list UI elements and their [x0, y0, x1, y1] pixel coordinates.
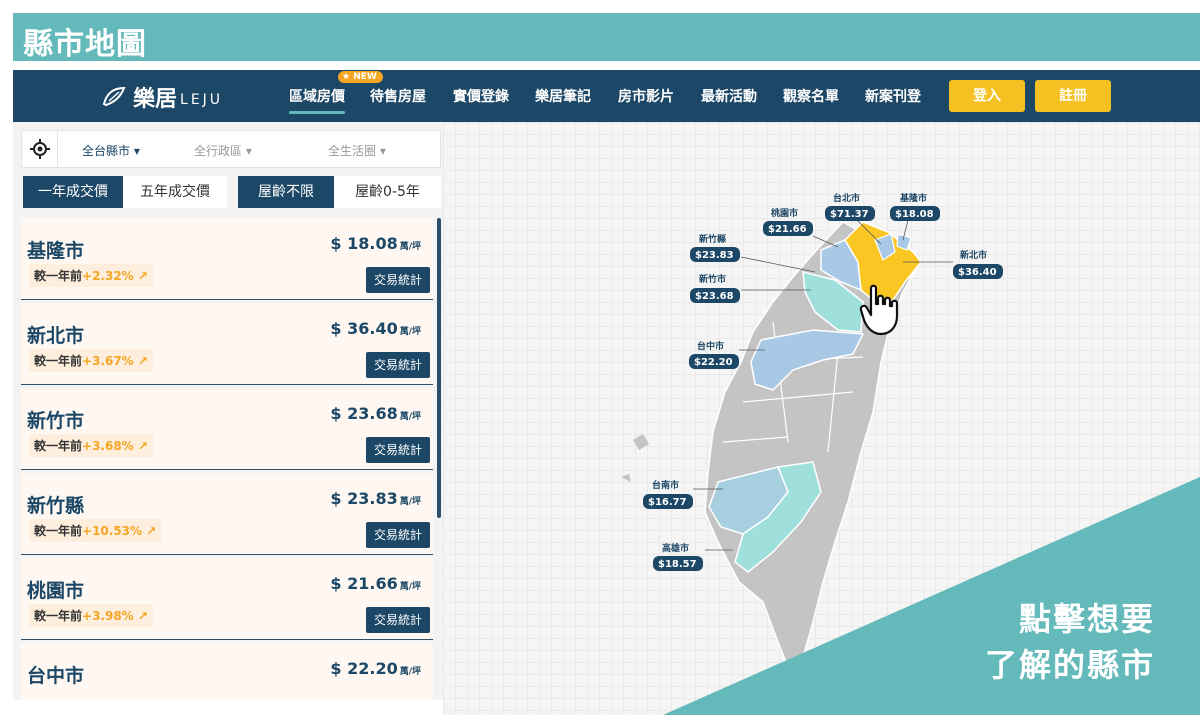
login-button[interactable]: 登入: [949, 80, 1025, 112]
filter-bar: 全台縣市 ▾ 全行政區 ▾ 全生活圈 ▾: [21, 130, 441, 168]
city-name: 桃園市: [27, 580, 85, 602]
list-scrollbar[interactable]: [437, 218, 441, 518]
register-button[interactable]: 註冊: [1035, 80, 1111, 112]
nav-area-price[interactable]: 區域房價: [289, 86, 345, 114]
list-item[interactable]: 新竹縣 $ 23.83 萬/坪 較一年前+10.53% ↗ 交易統計: [21, 473, 433, 555]
svg-text:台中市: 台中市: [697, 340, 724, 352]
list-item[interactable]: 台中市 $ 22.20 萬/坪: [21, 643, 433, 700]
svg-text:$36.40: $36.40: [958, 267, 997, 278]
list-item[interactable]: 新竹市 $ 23.68 萬/坪 較一年前+3.68% ↗ 交易統計: [21, 388, 433, 470]
list-item[interactable]: 桃園市 $ 21.66 萬/坪 較一年前+3.98% ↗ 交易統計: [21, 558, 433, 640]
toggle-1y[interactable]: 一年成交價: [23, 176, 123, 208]
trend-up-icon: ↗: [133, 609, 148, 623]
trend-up-icon: ↗: [133, 269, 148, 283]
stats-button[interactable]: 交易統計: [366, 522, 430, 548]
crosshair-icon: [30, 139, 50, 159]
city-price: $ 36.40 萬/坪: [330, 319, 421, 338]
district-select[interactable]: 全行政區 ▾: [194, 142, 252, 159]
svg-text:基隆市: 基隆市: [899, 192, 927, 204]
change-badge: 較一年前+3.67% ↗: [29, 349, 153, 372]
change-badge: 較一年前+3.98% ↗: [29, 604, 153, 627]
label-keelung[interactable]: 基隆市 $18.08: [890, 192, 940, 241]
svg-text:高雄市: 高雄市: [662, 542, 689, 554]
stats-button[interactable]: 交易統計: [366, 267, 430, 293]
svg-text:$71.37: $71.37: [830, 209, 869, 220]
title-banner: 縣市地圖: [13, 13, 1200, 62]
label-hsinchu-county[interactable]: 新竹縣 $23.83: [690, 233, 816, 273]
new-badge: ★ NEW: [338, 71, 383, 83]
city-name: 台中市: [27, 665, 85, 687]
list-item[interactable]: 新北市 $ 36.40 萬/坪 較一年前+3.67% ↗ 交易統計: [21, 303, 433, 385]
logo-cn: 樂居: [133, 87, 178, 112]
island-small: [621, 474, 631, 482]
svg-text:$23.68: $23.68: [695, 291, 734, 302]
change-badge: 較一年前+3.68% ↗: [29, 434, 153, 457]
svg-text:新竹市: 新竹市: [699, 273, 726, 285]
svg-text:$23.83: $23.83: [695, 250, 734, 261]
county-select[interactable]: 全台縣市 ▾: [82, 142, 140, 159]
svg-text:$21.66: $21.66: [768, 224, 807, 235]
toggle-age-0-5[interactable]: 屋齡0-5年: [334, 176, 441, 208]
city-name: 新竹市: [27, 410, 85, 432]
svg-text:新竹縣: 新竹縣: [699, 233, 726, 245]
city-name: 新竹縣: [27, 495, 85, 517]
toggle-age-any[interactable]: 屋齡不限: [238, 176, 334, 208]
overlay-line1: 點擊想要: [1018, 600, 1155, 638]
city-price: $ 22.20 萬/坪: [330, 659, 421, 678]
svg-text:$16.77: $16.77: [648, 497, 687, 508]
logo-en: LEJU: [180, 92, 224, 108]
stats-button[interactable]: 交易統計: [366, 437, 430, 463]
toggle-5y[interactable]: 五年成交價: [123, 176, 227, 208]
map-area: 台北市 $71.37 基隆市 $18.08 桃園市 $21.66 新竹縣 $23…: [443, 122, 1200, 715]
svg-text:$18.57: $18.57: [658, 559, 697, 570]
island-penghu: [633, 434, 649, 450]
city-price-list: 基隆市 $ 18.08 萬/坪 較一年前+2.32% ↗ 交易統計 新北市 $ 3…: [21, 218, 438, 700]
city-name: 基隆市: [27, 240, 85, 262]
trend-up-icon: ↗: [142, 524, 157, 538]
nav-for-sale[interactable]: 待售房屋: [370, 86, 426, 106]
svg-text:台北市: 台北市: [833, 192, 860, 204]
city-price: $ 23.83 萬/坪: [330, 489, 421, 508]
trend-up-icon: ↗: [133, 439, 148, 453]
change-badge: 較一年前+10.53% ↗: [29, 519, 162, 542]
logo[interactable]: 樂居 LEJU: [101, 81, 223, 113]
list-item[interactable]: 基隆市 $ 18.08 萬/坪 較一年前+2.32% ↗ 交易統計: [21, 218, 433, 300]
stats-button[interactable]: 交易統計: [366, 607, 430, 633]
svg-text:桃園市: 桃園市: [771, 207, 798, 219]
nav-videos[interactable]: 房市影片: [618, 86, 674, 106]
logo-leaf-icon: [102, 86, 126, 107]
top-navbar: 樂居 LEJU ★ NEW 區域房價 待售房屋 實價登錄 樂居筆記 房市影片 最…: [13, 70, 1200, 122]
city-price: $ 18.08 萬/坪: [330, 234, 421, 253]
banner-title: 縣市地圖: [23, 27, 147, 62]
price-list-panel: 全台縣市 ▾ 全行政區 ▾ 全生活圈 ▾ 一年成交價 五年成交價 屋齡不限 屋齡…: [13, 122, 443, 700]
city-price: $ 21.66 萬/坪: [330, 574, 421, 593]
svg-text:新北市: 新北市: [960, 249, 987, 261]
nav-new-listing[interactable]: 新案刊登: [865, 86, 921, 106]
nav-watchlist[interactable]: 觀察名單: [783, 86, 839, 106]
city-name: 新北市: [27, 325, 85, 347]
trend-up-icon: ↗: [133, 354, 148, 368]
nav-actual-price[interactable]: 實價登錄: [453, 86, 509, 106]
overlay-line2: 了解的縣市: [984, 646, 1155, 684]
svg-text:$22.20: $22.20: [694, 357, 733, 368]
stats-button[interactable]: 交易統計: [366, 352, 430, 378]
nav-events[interactable]: 最新活動: [701, 86, 757, 106]
city-price: $ 23.68 萬/坪: [330, 404, 421, 423]
svg-text:$18.08: $18.08: [895, 209, 934, 220]
svg-text:台南市: 台南市: [652, 479, 679, 491]
change-badge: 較一年前+2.32% ↗: [29, 264, 153, 287]
nav-notes[interactable]: 樂居筆記: [535, 86, 591, 106]
locate-button[interactable]: [22, 131, 58, 167]
lifezone-select[interactable]: 全生活圈 ▾: [328, 142, 386, 159]
